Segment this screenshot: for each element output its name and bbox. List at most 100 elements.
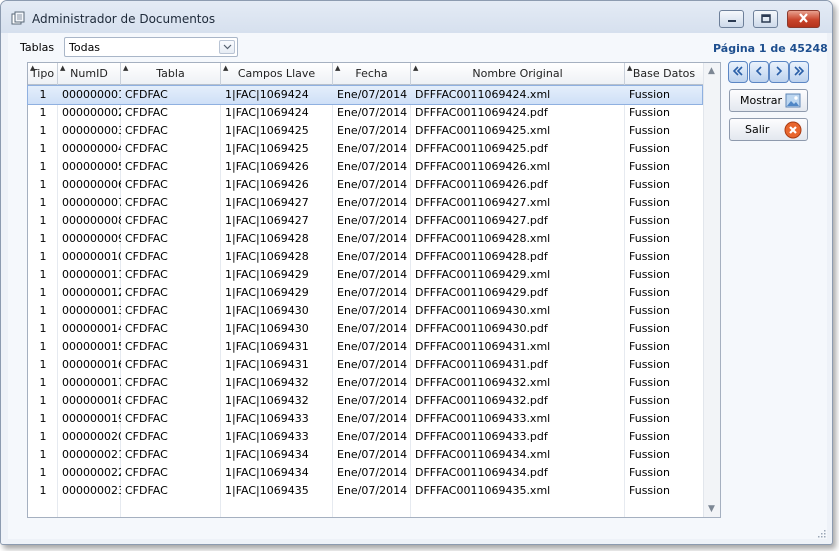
cell-col-base-datos: Fussion [629, 412, 670, 425]
chevron-down-icon[interactable] [219, 40, 235, 54]
cell-col-nombre-original: DFFFAC0011069433.xml [415, 412, 551, 425]
cell-col-numid: 000000011 [62, 268, 121, 281]
sort-icon: ▲ [223, 64, 229, 72]
cell-col-numid: 000000005 [62, 160, 121, 173]
cell-col-campos-llave: 1|FAC|1069433 [225, 430, 309, 443]
cell-col-tabla: CFDFAC [125, 430, 168, 443]
first-page-button[interactable] [728, 61, 748, 83]
exit-button[interactable]: Salir [729, 118, 808, 141]
cell-col-nombre-original: DFFFAC0011069426.xml [415, 160, 551, 173]
column-header-label: Nombre Original [472, 67, 563, 80]
cell-col-numid: 000000020 [62, 430, 121, 443]
cell-col-fecha: Ene/07/2014 [337, 124, 408, 137]
cell-col-fecha: Ene/07/2014 [337, 340, 408, 353]
cell-col-numid: 000000021 [62, 448, 121, 461]
resize-grip-icon[interactable] [816, 528, 826, 538]
cell-col-base-datos: Fussion [629, 484, 670, 497]
table-row[interactable]: 1 000000019 CFDFAC 1|FAC|1069433 Ene/07/2014… [28, 410, 702, 428]
cell-col-fecha: Ene/07/2014 [337, 178, 408, 191]
cell-col-fecha: Ene/07/2014 [337, 286, 408, 299]
cell-col-campos-llave: 1|FAC|1069435 [225, 484, 309, 497]
next-page-button[interactable] [769, 61, 789, 83]
cell-col-tipo: 1 [39, 178, 47, 191]
cell-col-fecha: Ene/07/2014 [337, 358, 408, 371]
cell-col-nombre-original: DFFFAC0011069425.xml [415, 124, 551, 137]
table-row[interactable]: 1 000000014 CFDFAC 1|FAC|1069430 Ene/07/2014… [28, 320, 702, 338]
tablas-select[interactable]: Todas [64, 37, 238, 57]
title-bar[interactable]: Administrador de Documentos [1, 1, 832, 33]
cell-col-nombre-original: DFFFAC0011069434.pdf [415, 466, 548, 479]
show-button[interactable]: Mostrar [729, 89, 808, 112]
cell-col-nombre-original: DFFFAC0011069433.pdf [415, 430, 548, 443]
cell-col-fecha: Ene/07/2014 [337, 214, 408, 227]
table-row[interactable]: 1 000000020 CFDFAC 1|FAC|1069433 Ene/07/2014… [28, 428, 702, 446]
scroll-up-icon[interactable]: ▲ [708, 66, 715, 76]
tablas-select-value: Todas [69, 41, 101, 54]
header-col-numid[interactable]: ▲ NumID [58, 63, 121, 85]
table-row[interactable]: 1 000000018 CFDFAC 1|FAC|1069432 Ene/07/2014… [28, 392, 702, 410]
table-row[interactable]: 1 000000023 CFDFAC 1|FAC|1069435 Ene/07/2014… [28, 482, 702, 500]
header-col-base-datos[interactable]: ▲ Base Datos [625, 63, 704, 85]
cell-col-campos-llave: 1|FAC|1069428 [225, 250, 309, 263]
cell-col-numid: 000000015 [62, 340, 121, 353]
cell-col-base-datos: Fussion [629, 304, 670, 317]
table-row[interactable]: 1 000000006 CFDFAC 1|FAC|1069426 Ene/07/2014… [28, 176, 702, 194]
cell-col-fecha: Ene/07/2014 [337, 304, 408, 317]
table-row[interactable]: 1 000000021 CFDFAC 1|FAC|1069434 Ene/07/2014… [28, 446, 702, 464]
cell-col-tabla: CFDFAC [125, 484, 168, 497]
table-row[interactable]: 1 000000005 CFDFAC 1|FAC|1069426 Ene/07/2014… [28, 158, 702, 176]
header-col-tabla[interactable]: ▲ Tabla [121, 63, 221, 85]
column-header-label: NumID [70, 67, 108, 80]
sort-icon: ▲ [123, 64, 129, 72]
cell-col-campos-llave: 1|FAC|1069429 [225, 268, 309, 281]
table-row[interactable]: 1 000000001 CFDFAC 1|FAC|1069424 Ene/07/2014… [27, 85, 703, 105]
maximize-icon [760, 13, 771, 26]
table-row[interactable]: 1 000000022 CFDFAC 1|FAC|1069434 Ene/07/2014… [28, 464, 702, 482]
cell-col-tabla: CFDFAC [125, 322, 168, 335]
table-row[interactable]: 1 000000011 CFDFAC 1|FAC|1069429 Ene/07/2014… [28, 266, 702, 284]
table-row[interactable]: 1 000000004 CFDFAC 1|FAC|1069425 Ene/07/2014… [28, 140, 702, 158]
cell-col-campos-llave: 1|FAC|1069429 [225, 286, 309, 299]
cell-col-tabla: CFDFAC [125, 196, 168, 209]
column-header-label: Base Datos [632, 67, 696, 80]
header-col-tipo[interactable]: ▲ Tipo [28, 63, 58, 85]
table-row[interactable]: 1 000000010 CFDFAC 1|FAC|1069428 Ene/07/2014… [28, 248, 702, 266]
cell-col-base-datos: Fussion [629, 340, 670, 353]
cell-col-fecha: Ene/07/2014 [337, 412, 408, 425]
cell-col-base-datos: Fussion [629, 178, 670, 191]
cell-col-tipo: 1 [39, 286, 47, 299]
cell-col-campos-llave: 1|FAC|1069426 [225, 160, 309, 173]
header-col-nombre-original[interactable]: ▲ Nombre Original [411, 63, 625, 85]
cell-col-nombre-original: DFFFAC0011069435.xml [415, 484, 551, 497]
last-page-button[interactable] [789, 61, 809, 83]
header-col-fecha[interactable]: ▲ Fecha [333, 63, 411, 85]
cell-col-tipo: 1 [39, 412, 47, 425]
prev-page-button[interactable] [749, 61, 769, 83]
cell-col-nombre-original: DFFFAC0011069424.xml [415, 88, 551, 101]
table-row[interactable]: 1 000000008 CFDFAC 1|FAC|1069427 Ene/07/2014… [28, 212, 702, 230]
table-row[interactable]: 1 000000015 CFDFAC 1|FAC|1069431 Ene/07/2014… [28, 338, 702, 356]
header-col-campos-llave[interactable]: ▲ Campos Llave [221, 63, 333, 85]
scroll-down-icon[interactable]: ▼ [708, 504, 715, 514]
cell-col-numid: 000000001 [62, 88, 121, 101]
maximize-button[interactable] [753, 10, 778, 28]
table-row[interactable]: 1 000000016 CFDFAC 1|FAC|1069431 Ene/07/2014… [28, 356, 702, 374]
vertical-scrollbar[interactable]: ▲ ▼ [703, 63, 720, 517]
table-row[interactable]: 1 000000012 CFDFAC 1|FAC|1069429 Ene/07/2014… [28, 284, 702, 302]
table-row[interactable]: 1 000000017 CFDFAC 1|FAC|1069432 Ene/07/2014… [28, 374, 702, 392]
table-row[interactable]: 1 000000013 CFDFAC 1|FAC|1069430 Ene/07/2014… [28, 302, 702, 320]
cell-col-nombre-original: DFFFAC0011069434.xml [415, 448, 551, 461]
table-row[interactable]: 1 000000003 CFDFAC 1|FAC|1069425 Ene/07/2014… [28, 122, 702, 140]
table-row[interactable]: 1 000000009 CFDFAC 1|FAC|1069428 Ene/07/2014… [28, 230, 702, 248]
cell-col-tipo: 1 [39, 232, 47, 245]
minimize-button[interactable] [719, 10, 744, 28]
cell-col-numid: 000000002 [62, 106, 121, 119]
cell-col-base-datos: Fussion [629, 124, 670, 137]
column-header-label: Campos Llave [237, 67, 316, 80]
cell-col-tipo: 1 [39, 124, 47, 137]
cell-col-base-datos: Fussion [629, 268, 670, 281]
table-row[interactable]: 1 000000002 CFDFAC 1|FAC|1069424 Ene/07/2014… [28, 104, 702, 122]
cell-col-campos-llave: 1|FAC|1069425 [225, 124, 309, 137]
close-button[interactable] [787, 10, 820, 28]
table-row[interactable]: 1 000000007 CFDFAC 1|FAC|1069427 Ene/07/2014… [28, 194, 702, 212]
